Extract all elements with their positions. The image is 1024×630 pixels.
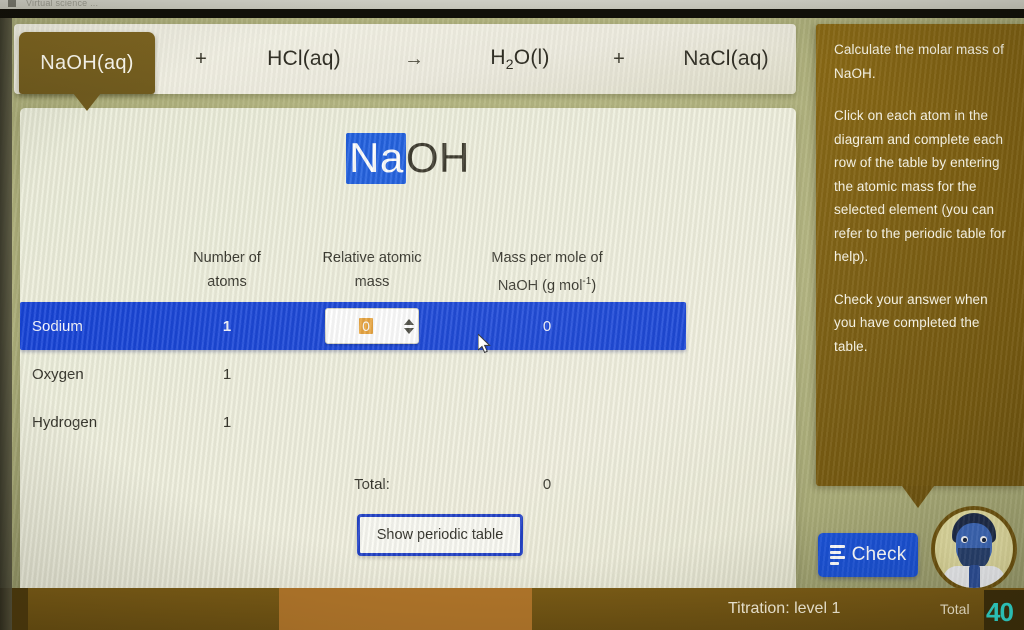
table-header-ram-line1: Relative atomic (322, 250, 422, 266)
mass-units-post: ) (591, 277, 597, 294)
h2o-subscript: 2 (505, 56, 514, 73)
browser-tab-favicon (8, 0, 16, 7)
avatar-eye-right (980, 536, 987, 543)
formula-highlight-na[interactable]: Na (346, 133, 406, 184)
total-label: Total: (354, 475, 390, 493)
alkali-concentration-label: Alkali concentration (70, 18, 200, 628)
app-stage: + HCl(aq) → H2O(l) + NaCl(aq) NaOH(aq) N… (0, 18, 1024, 630)
score-total-value: 40 (986, 597, 1014, 627)
avatar-eye-left (961, 536, 968, 543)
table-header-relative-atomic-mass: Relative atomic mass (292, 246, 452, 294)
table-header-mass-line1: Mass per mole of (491, 250, 603, 266)
table-header-mass-line2: NaOH (g mol-1) (452, 270, 642, 298)
level-indicator: Titration: level 1 (728, 600, 841, 617)
relative-atomic-mass-input[interactable]: 0 (325, 308, 419, 344)
input-selected-text: 0 (359, 318, 373, 334)
check-answer-button[interactable]: Check (818, 533, 918, 577)
show-periodic-table-button[interactable]: Show periodic table (357, 514, 523, 556)
table-header-mass-per-mole: Mass per mole of NaOH (g mol-1) (452, 246, 642, 298)
browser-chrome: Virtual science ... (0, 0, 1024, 9)
h2o-rest: O(l) (513, 45, 550, 69)
equation-term-nacl[interactable]: NaCl(aq) (656, 47, 796, 71)
mass-units-pre: NaOH (g mol (497, 277, 583, 294)
formula-rest-oh[interactable]: OH (406, 134, 470, 181)
equation-arrow-icon: → (404, 47, 424, 70)
total-value: 0 (542, 475, 552, 493)
screen-bezel (0, 9, 1024, 18)
h2o-h: H (490, 45, 506, 69)
bottom-bar-mid-panel (279, 588, 532, 630)
avatar[interactable] (931, 506, 1017, 592)
score-total-label: Total (940, 601, 970, 617)
photographed-screen: Virtual science ... + HCl(aq) → H2O(l) +… (0, 0, 1024, 630)
screen-left-edge (0, 18, 12, 630)
instruction-paragraph-2: Click on each atom in the diagram and co… (834, 108, 1006, 264)
table-header-ram-line2: mass (354, 274, 390, 290)
row-mass-per-mole: 0 (542, 317, 552, 335)
stepper-down-icon[interactable] (404, 327, 414, 334)
instructions-panel: Calculate the molar mass of NaOH. Click … (816, 24, 1024, 486)
equation-plus-2: + (613, 47, 625, 70)
check-answer-button-label: Check (851, 544, 907, 565)
instruction-paragraph-1: Calculate the molar mass of NaOH. (834, 42, 1005, 81)
number-stepper[interactable] (400, 309, 418, 343)
equation-term-h2o[interactable]: H2O(l) (458, 46, 582, 72)
stepper-up-icon[interactable] (404, 318, 414, 325)
instruction-paragraph-3: Check your answer when you have complete… (834, 291, 988, 354)
equation-term-hcl[interactable]: HCl(aq) (238, 47, 370, 71)
relative-atomic-mass-input-value[interactable]: 0 (332, 318, 400, 334)
checklist-icon (829, 545, 845, 565)
instructions-panel-pointer (902, 486, 934, 508)
browser-tab-title: Virtual science ... (26, 0, 99, 8)
row-ram-cell: 0 (292, 308, 452, 344)
mass-units-exponent: -1 (582, 276, 592, 287)
